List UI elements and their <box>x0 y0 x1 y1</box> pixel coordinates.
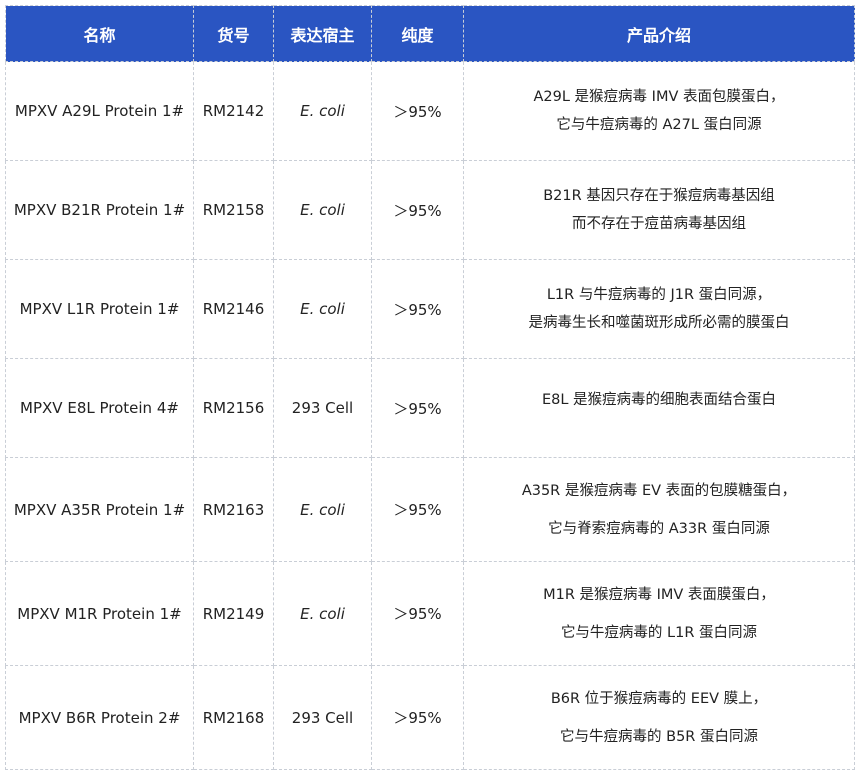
table-body: MPXV A29L Protein 1# RM2142 E. coli ＞95%… <box>5 61 855 770</box>
cell-catalog: RM2149 <box>193 561 274 666</box>
description-line: 它与牛痘病毒的 B5R 蛋白同源 <box>560 728 758 745</box>
cell-name: MPXV B21R Protein 1# <box>5 160 194 260</box>
table-row: MPXV E8L Protein 4# RM2156 293 Cell ＞95%… <box>5 358 855 458</box>
cell-name: MPXV E8L Protein 4# <box>5 358 194 458</box>
cell-purity: ＞95% <box>371 160 464 260</box>
cell-host: E. coli <box>273 259 372 359</box>
table-row: MPXV A35R Protein 1# RM2163 E. coli ＞95%… <box>5 457 855 562</box>
cell-catalog: RM2163 <box>193 457 274 562</box>
description-line: B21R 基因只存在于猴痘病毒基因组 <box>543 188 775 204</box>
cell-catalog: RM2168 <box>193 665 274 770</box>
table-row: MPXV B21R Protein 1# RM2158 E. coli ＞95%… <box>5 160 855 260</box>
cell-description: A35R 是猴痘病毒 EV 表面的包膜糖蛋白， 它与脊索痘病毒的 A33R 蛋白… <box>463 457 855 562</box>
protein-table: 名称 货号 表达宿主 纯度 产品介绍 MPXV A29L Protein 1# … <box>5 5 855 770</box>
cell-description: M1R 是猴痘病毒 IMV 表面膜蛋白， 它与牛痘病毒的 L1R 蛋白同源 <box>463 561 855 666</box>
description-line: 而不存在于痘苗病毒基因组 <box>572 216 746 232</box>
description-line: M1R 是猴痘病毒 IMV 表面膜蛋白， <box>543 586 775 603</box>
description-line: L1R 与牛痘病毒的 J1R 蛋白同源， <box>546 287 772 303</box>
description-line: E8L 是猴痘病毒的细胞表面结合蛋白 <box>541 392 777 408</box>
header-row: 名称 货号 表达宿主 纯度 产品介绍 <box>5 5 855 62</box>
cell-purity: ＞95% <box>371 561 464 666</box>
cell-host: 293 Cell <box>273 665 372 770</box>
table-row: MPXV L1R Protein 1# RM2146 E. coli ＞95% … <box>5 259 855 359</box>
cell-catalog: RM2156 <box>193 358 274 458</box>
cell-host: E. coli <box>273 561 372 666</box>
cell-host: 293 Cell <box>273 358 372 458</box>
cell-name: MPXV A35R Protein 1# <box>5 457 194 562</box>
cell-host: E. coli <box>273 160 372 260</box>
cell-catalog: RM2158 <box>193 160 274 260</box>
description-line: 它与脊索痘病毒的 A33R 蛋白同源 <box>548 520 770 537</box>
cell-description: L1R 与牛痘病毒的 J1R 蛋白同源， 是病毒生长和噬菌斑形成所必需的膜蛋白 <box>463 259 855 359</box>
cell-description: B21R 基因只存在于猴痘病毒基因组 而不存在于痘苗病毒基因组 <box>463 160 855 260</box>
cell-name: MPXV M1R Protein 1# <box>5 561 194 666</box>
description-line: A35R 是猴痘病毒 EV 表面的包膜糖蛋白， <box>521 482 797 499</box>
description-line: 它与牛痘病毒的 A27L 蛋白同源 <box>556 117 762 133</box>
header-host: 表达宿主 <box>273 5 372 62</box>
header-description: 产品介绍 <box>463 5 855 62</box>
table-row: MPXV M1R Protein 1# RM2149 E. coli ＞95% … <box>5 561 855 666</box>
cell-catalog: RM2142 <box>193 61 274 161</box>
cell-name: MPXV B6R Protein 2# <box>5 665 194 770</box>
table-header: 名称 货号 表达宿主 纯度 产品介绍 <box>5 5 855 62</box>
header-catalog: 货号 <box>193 5 274 62</box>
cell-purity: ＞95% <box>371 665 464 770</box>
cell-purity: ＞95% <box>371 358 464 458</box>
cell-host: E. coli <box>273 457 372 562</box>
cell-description: B6R 位于猴痘病毒的 EEV 膜上， 它与牛痘病毒的 B5R 蛋白同源 <box>463 665 855 770</box>
cell-description: A29L 是猴痘病毒 IMV 表面包膜蛋白， 它与牛痘病毒的 A27L 蛋白同源 <box>463 61 855 161</box>
description-line: B6R 位于猴痘病毒的 EEV 膜上， <box>550 690 768 707</box>
cell-name: MPXV A29L Protein 1# <box>5 61 194 161</box>
cell-name: MPXV L1R Protein 1# <box>5 259 194 359</box>
description-line: 它与牛痘病毒的 L1R 蛋白同源 <box>560 624 758 641</box>
cell-host: E. coli <box>273 61 372 161</box>
cell-catalog: RM2146 <box>193 259 274 359</box>
cell-description: E8L 是猴痘病毒的细胞表面结合蛋白 <box>463 358 855 458</box>
table-row: MPXV B6R Protein 2# RM2168 293 Cell ＞95%… <box>5 665 855 770</box>
cell-purity: ＞95% <box>371 259 464 359</box>
header-purity: 纯度 <box>371 5 464 62</box>
cell-purity: ＞95% <box>371 457 464 562</box>
description-line: A29L 是猴痘病毒 IMV 表面包膜蛋白， <box>533 89 785 105</box>
header-name: 名称 <box>5 5 194 62</box>
cell-purity: ＞95% <box>371 61 464 161</box>
description-line: 是病毒生长和噬菌斑形成所必需的膜蛋白 <box>528 315 790 331</box>
table-row: MPXV A29L Protein 1# RM2142 E. coli ＞95%… <box>5 61 855 161</box>
